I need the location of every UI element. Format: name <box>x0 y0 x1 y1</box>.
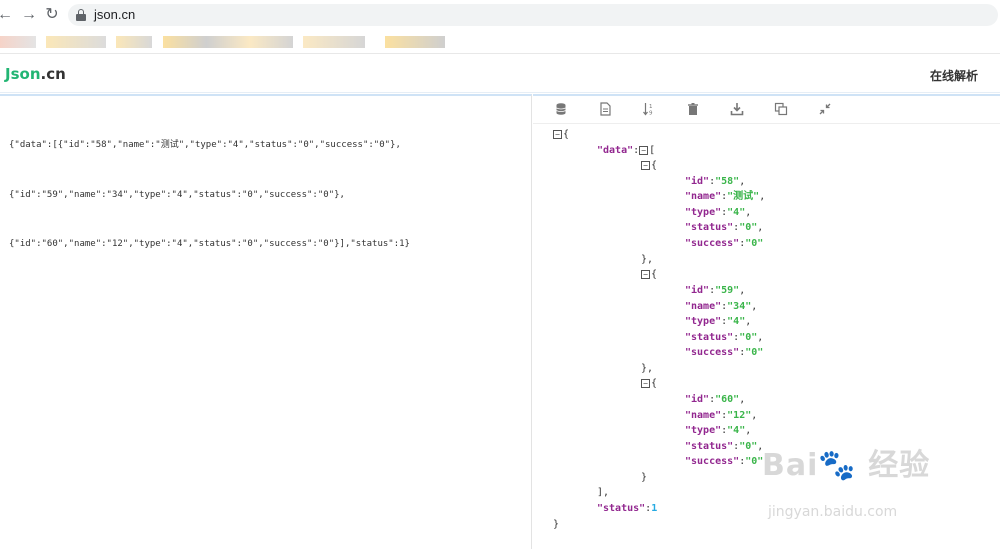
tree-object-open: −{ <box>641 376 657 391</box>
tree-row: "status":"0", <box>685 222 764 233</box>
bookmark-item[interactable] <box>163 36 293 48</box>
tree-row: "type":"4", <box>685 207 752 218</box>
bookmark-item[interactable] <box>116 36 152 48</box>
compress-icon[interactable] <box>818 102 832 116</box>
tree-row: "type":"4", <box>685 316 752 327</box>
tree-row: "id":"60", <box>685 394 746 405</box>
collapse-toggle-icon[interactable]: − <box>641 160 650 170</box>
tree-object-open: −{ <box>641 267 657 282</box>
tree-root-open: −{ <box>553 127 569 142</box>
raw-line: {"id":"60","name":"12","type":"4","statu… <box>9 239 410 249</box>
lock-icon <box>76 9 86 21</box>
sort-icon[interactable]: 1 9 <box>642 102 656 116</box>
trash-icon[interactable] <box>686 102 700 116</box>
browser-toolbar: ← → ↻ json.cn <box>0 0 1000 30</box>
collapse-toggle-icon[interactable]: − <box>641 378 650 388</box>
svg-text:1: 1 <box>649 104 653 110</box>
tree-array-close: ], <box>597 487 610 498</box>
tree-object-close: }, <box>641 254 654 265</box>
collapse-toggle-icon[interactable]: − <box>639 145 649 155</box>
bookmark-item[interactable] <box>303 36 365 48</box>
raw-line: {"data":[{"id":"58","name":"测试","type":"… <box>9 140 401 150</box>
tree-object-close: }, <box>641 363 654 374</box>
tree-row: "type":"4", <box>685 425 752 436</box>
tree-key: "data" <box>597 145 634 156</box>
back-arrow-icon[interactable]: ← <box>0 6 14 24</box>
tree-row: "status":"0", <box>685 441 764 452</box>
forward-arrow-icon[interactable]: → <box>20 6 38 24</box>
online-parse-link[interactable]: 在线解析 <box>930 67 978 84</box>
tree-row: "success":"0" <box>685 456 764 467</box>
tree-row: "success":"0" <box>685 238 764 249</box>
url-text: json.cn <box>94 7 136 22</box>
tree-row: "name":"测试", <box>685 191 766 202</box>
bookmarks-bar <box>0 30 1000 54</box>
tree-row: "id":"59", <box>685 285 746 296</box>
bookmark-item[interactable] <box>46 36 106 48</box>
tree-status-row: "status":1 <box>597 503 658 514</box>
json-tree-view: 1 9 −{ "data": −[ −{ "id":"58", "name":"… <box>533 94 1000 549</box>
tree-row: "status":"0", <box>685 332 764 343</box>
tree-row: "id":"58", <box>685 176 746 187</box>
raw-line: {"id":"59","name":"34","type":"4","statu… <box>9 189 345 200</box>
bookmark-item[interactable] <box>385 36 445 48</box>
svg-text:9: 9 <box>649 111 653 117</box>
tree-row: "name":"34", <box>685 301 758 312</box>
copy-icon[interactable] <box>774 102 788 116</box>
tree-root-close: } <box>553 519 560 530</box>
site-header: Json.cn 在线解析 <box>0 55 1000 93</box>
reload-icon[interactable]: ↻ <box>43 6 61 24</box>
tree-row: "success":"0" <box>685 347 764 358</box>
site-logo[interactable]: Json.cn <box>5 65 66 83</box>
database-icon[interactable] <box>554 102 568 116</box>
tree-object-open: −{ <box>641 158 657 173</box>
bookmark-item[interactable] <box>0 36 36 48</box>
tree-object-close: } <box>641 472 648 483</box>
file-icon[interactable] <box>598 102 612 116</box>
tree-data-row: "data": −[ <box>597 145 656 156</box>
address-bar[interactable]: json.cn <box>68 4 998 26</box>
tree-row: "name":"12", <box>685 410 758 421</box>
raw-json-text[interactable]: {"data":[{"id":"58","name":"测试","type":"… <box>9 104 410 286</box>
collapse-toggle-icon[interactable]: − <box>553 129 562 139</box>
download-icon[interactable] <box>730 102 744 116</box>
json-input-editor[interactable]: {"data":[{"id":"58","name":"测试","type":"… <box>0 94 532 549</box>
tree-toolbar: 1 9 <box>533 96 1000 124</box>
collapse-toggle-icon[interactable]: − <box>641 269 650 279</box>
